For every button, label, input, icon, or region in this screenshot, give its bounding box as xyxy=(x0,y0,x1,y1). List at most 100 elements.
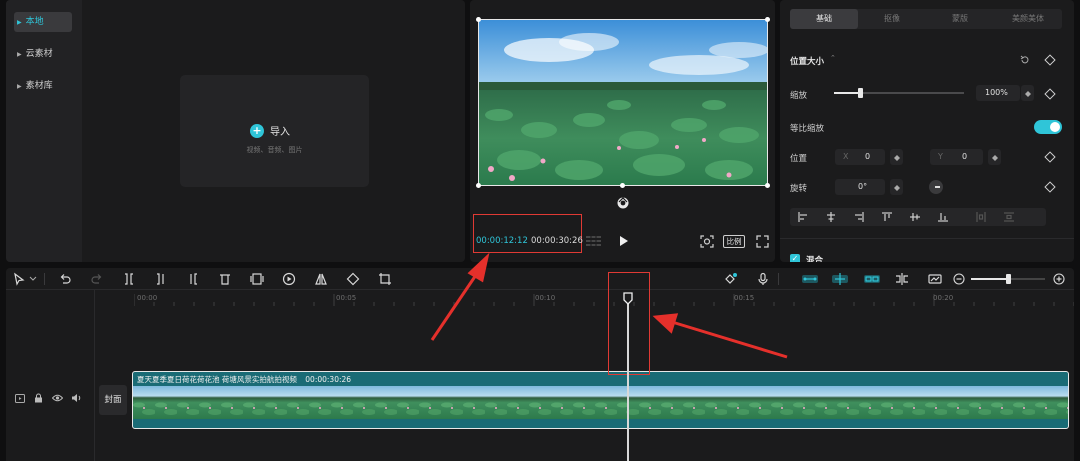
keyframe-icon[interactable] xyxy=(1044,88,1056,100)
position-y-input[interactable]: Y 0 xyxy=(930,149,983,165)
mirror-icon[interactable] xyxy=(314,272,328,286)
timeline-panel: 00:00 00:05 00:10 00:15 00:20 封面 夏天夏季夏日荷… xyxy=(6,268,1074,461)
align-center-h-icon[interactable] xyxy=(826,212,836,222)
distribute-h-icon[interactable] xyxy=(976,212,986,222)
video-preview[interactable] xyxy=(478,19,768,186)
microphone-icon[interactable] xyxy=(756,272,770,286)
rotation-input[interactable]: 0° xyxy=(835,179,885,195)
position-label: 位置 xyxy=(790,154,808,164)
rotation-dial[interactable] xyxy=(929,180,943,194)
auto-snap-icon[interactable] xyxy=(831,272,849,286)
reset-icon[interactable] xyxy=(1020,55,1030,65)
main-track-magnet-icon[interactable] xyxy=(801,272,819,286)
preview-axis-icon[interactable] xyxy=(895,272,909,286)
tab-cutout[interactable]: 抠像 xyxy=(858,9,926,29)
resize-handle[interactable] xyxy=(765,17,770,22)
position-x-input[interactable]: X 0 xyxy=(835,149,885,165)
blend-checkbox[interactable]: ✓ xyxy=(790,254,800,262)
timecode-highlight xyxy=(473,214,582,253)
rotate-handle-icon[interactable] xyxy=(616,196,630,210)
library-sidebar: ▶ 本地 ▶ 云素材 ▶ 素材库 xyxy=(6,0,82,262)
tab-mask[interactable]: 蒙版 xyxy=(926,9,994,29)
linkage-icon[interactable] xyxy=(863,272,881,286)
scale-slider-knob[interactable] xyxy=(858,88,863,98)
divider xyxy=(778,273,779,285)
auto-effect-icon[interactable] xyxy=(724,272,738,286)
zoom-in-icon[interactable] xyxy=(1052,272,1066,286)
resize-handle[interactable] xyxy=(620,183,625,188)
import-button[interactable]: + 导入 xyxy=(250,123,290,138)
align-left-icon[interactable] xyxy=(798,212,808,222)
align-center-v-icon[interactable] xyxy=(910,212,920,222)
align-right-icon[interactable] xyxy=(854,212,864,222)
zoom-slider-knob[interactable] xyxy=(1006,274,1011,284)
crop-icon[interactable] xyxy=(378,272,392,286)
scale-slider[interactable] xyxy=(834,88,964,98)
ruler-label: 00:05 xyxy=(336,294,357,302)
sidebar-item-local[interactable]: ▶ 本地 xyxy=(14,12,72,32)
keyframe-icon[interactable] xyxy=(1044,151,1056,163)
clip-label: 夏天夏季夏日荷花荷花池 荷塘风景实拍航拍视频 00:00:30:26 xyxy=(137,374,351,385)
scale-label: 缩放 xyxy=(790,91,808,101)
list-view-icon[interactable] xyxy=(586,235,601,247)
aspect-ratio-button[interactable]: 比例 xyxy=(723,235,745,248)
plus-icon: + xyxy=(250,123,264,138)
position-x-value: 0 xyxy=(865,152,871,161)
media-library-panel: ▶ 本地 ▶ 云素材 ▶ 素材库 + 导入 视频、音频、图片 xyxy=(6,0,465,262)
video-clip[interactable]: 夏天夏季夏日荷花荷花池 荷塘风景实拍航拍视频 00:00:30:26 xyxy=(132,371,1069,429)
scale-input[interactable]: 100% xyxy=(976,85,1020,101)
redo-icon[interactable] xyxy=(90,272,104,286)
keyframe-icon[interactable] xyxy=(1044,181,1056,193)
fullscreen-icon[interactable] xyxy=(756,235,769,248)
rotation-stepper[interactable] xyxy=(890,179,903,195)
playhead-line[interactable] xyxy=(627,296,629,461)
cover-button[interactable]: 封面 xyxy=(99,385,127,415)
tab-beauty[interactable]: 美颜美体 xyxy=(994,9,1062,29)
resize-handle[interactable] xyxy=(765,183,770,188)
scale-stepper[interactable] xyxy=(1021,85,1034,101)
zoom-slider[interactable] xyxy=(971,274,1045,284)
delete-icon[interactable] xyxy=(218,272,232,286)
distribute-v-icon[interactable] xyxy=(1004,212,1014,222)
properties-tabs: 基础 抠像 蒙版 美颜美体 xyxy=(790,9,1062,29)
sidebar-item-label: 素材库 xyxy=(25,81,53,91)
align-top-icon[interactable] xyxy=(882,212,892,222)
keyframe-icon[interactable] xyxy=(1044,54,1056,66)
uniform-scale-toggle[interactable] xyxy=(1034,120,1062,134)
divider xyxy=(44,273,45,285)
resize-handle[interactable] xyxy=(476,183,481,188)
resize-handle[interactable] xyxy=(476,17,481,22)
thumbnail-view-icon[interactable] xyxy=(928,272,942,286)
playhead-handle-icon[interactable] xyxy=(623,292,633,305)
chevron-icon[interactable]: ⌃ xyxy=(830,54,836,62)
split-icon[interactable] xyxy=(122,272,136,286)
import-label: 导入 xyxy=(270,127,290,138)
play-icon[interactable] xyxy=(619,235,629,247)
freeze-frame-icon[interactable] xyxy=(250,272,264,286)
tab-basic[interactable]: 基础 xyxy=(790,9,858,29)
align-bottom-icon[interactable] xyxy=(938,212,948,222)
sidebar-item-material-library[interactable]: ▶ 素材库 xyxy=(14,76,72,96)
sidebar-item-cloud[interactable]: ▶ 云素材 xyxy=(14,44,72,64)
position-y-stepper[interactable] xyxy=(988,149,1001,165)
undo-icon[interactable] xyxy=(58,272,72,286)
eye-icon[interactable] xyxy=(52,394,63,402)
time-ruler[interactable]: 00:00 00:05 00:10 00:15 00:20 xyxy=(134,294,1074,306)
current-time: 00:00:12:12 xyxy=(476,236,528,246)
split-right-icon[interactable] xyxy=(186,272,200,286)
split-left-icon[interactable] xyxy=(154,272,168,286)
playhead-highlight xyxy=(608,272,650,375)
track-preview-icon[interactable] xyxy=(15,394,25,403)
track-header-divider xyxy=(94,290,95,461)
lock-icon[interactable] xyxy=(34,393,43,403)
import-dropzone[interactable]: + 导入 视频、音频、图片 xyxy=(180,75,369,187)
chevron-down-icon[interactable] xyxy=(29,272,37,286)
select-cursor-icon[interactable] xyxy=(12,272,26,286)
position-x-stepper[interactable] xyxy=(890,149,903,165)
volume-icon[interactable] xyxy=(71,393,82,403)
fit-view-icon[interactable] xyxy=(700,235,714,248)
rotate-icon[interactable] xyxy=(346,272,360,286)
zoom-out-icon[interactable] xyxy=(952,272,966,286)
reverse-play-icon[interactable] xyxy=(282,272,296,286)
uniform-scale-label: 等比缩放 xyxy=(790,124,825,134)
